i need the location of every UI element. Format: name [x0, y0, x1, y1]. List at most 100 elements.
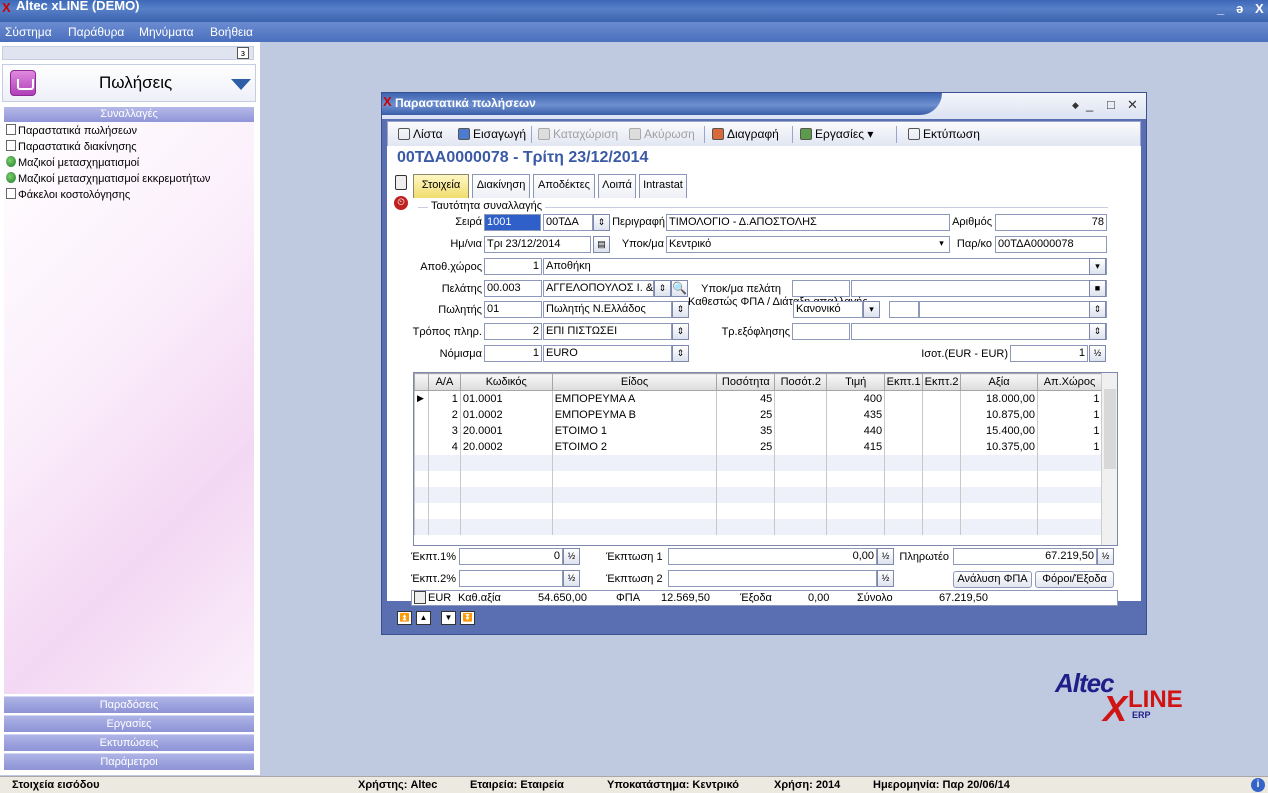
currency-spin-button[interactable]: ⇕ [672, 345, 689, 362]
tab-other[interactable]: Λοιπά [598, 174, 636, 198]
info-icon[interactable]: i [1251, 778, 1265, 792]
doc-close-button[interactable]: ✕ [1127, 97, 1138, 113]
calc-icon[interactable]: ½ [563, 548, 580, 565]
print-button[interactable]: Εκτύπωση [908, 127, 980, 141]
pin-icon[interactable]: ◆ [1072, 100, 1079, 111]
table-cell[interactable]: ΕΤΟΙΜΟ 1 [551, 422, 717, 439]
calc-icon[interactable]: ½ [1089, 345, 1106, 362]
table-cell[interactable] [884, 390, 923, 407]
sidebar-btn-prints[interactable]: Εκτυπώσεις [4, 734, 254, 751]
grid-col-value[interactable]: Αξία [960, 373, 1038, 391]
empty-row[interactable] [414, 502, 1102, 519]
table-cell[interactable]: 15.400,00 [960, 422, 1038, 439]
save-button[interactable]: Καταχώριση [538, 127, 618, 141]
settlement-code-field[interactable] [792, 323, 850, 340]
table-cell[interactable] [922, 438, 961, 455]
cancel-button[interactable]: Ακύρωση [629, 127, 695, 141]
tasks-button[interactable]: Εργασίες ▾ [800, 127, 873, 141]
table-cell[interactable] [884, 406, 923, 423]
restore-button[interactable]: ə [1236, 1, 1243, 16]
table-cell[interactable]: 435 [826, 406, 885, 423]
first-record-icon[interactable]: ⏫ [397, 611, 412, 625]
table-cell[interactable]: 440 [826, 422, 885, 439]
warehouse-code-field[interactable]: 1 [484, 258, 542, 275]
table-cell[interactable]: 20.0001 [459, 422, 553, 439]
table-cell[interactable] [774, 406, 827, 423]
menu-windows[interactable]: Παράθυρα [68, 25, 124, 39]
table-cell[interactable] [922, 422, 961, 439]
delete-button[interactable]: Διαγραφή [712, 127, 779, 141]
empty-row[interactable] [414, 470, 1102, 487]
minimize-button[interactable]: _ [1217, 1, 1224, 16]
parko-field[interactable]: 00ΤΔΑ0000078 [995, 236, 1107, 253]
section-header[interactable]: Συναλλαγές [4, 107, 254, 122]
series-spin-button[interactable]: ⇕ [593, 214, 610, 231]
table-cell[interactable]: 3 [427, 422, 461, 439]
table-row[interactable]: 2 01.0002 ΕΜΠΟΡΕΥΜΑ Β 25 435 10.875,00 1 [414, 406, 1102, 423]
disc2-pct-field[interactable] [459, 570, 563, 587]
menu-help[interactable]: Βοήθεια [210, 25, 253, 39]
grid-col-aa[interactable]: Α/Α [427, 373, 461, 391]
table-cell[interactable]: 1 [427, 390, 461, 407]
parity-field[interactable]: 1 [1010, 345, 1088, 362]
table-cell[interactable]: 415 [826, 438, 885, 455]
grid-col-disc2[interactable]: Εκπτ.2 [922, 373, 962, 391]
table-cell[interactable]: 01.0002 [459, 406, 553, 423]
tab-dispatch[interactable]: Διακίνηση [472, 174, 530, 198]
table-cell[interactable]: 1 [1036, 406, 1102, 423]
number-field[interactable]: 78 [995, 214, 1107, 231]
settlement-spin-button[interactable]: ⇕ [1089, 323, 1106, 340]
table-cell[interactable]: 25 [716, 406, 775, 423]
search-icon[interactable]: 🔍 [671, 280, 688, 297]
tab-intrastat[interactable]: Intrastat [639, 174, 687, 198]
payment-name-field[interactable]: ΕΠΙ ΠΙΣΤΩΣΕΙ [543, 323, 672, 340]
table-cell[interactable]: 25 [716, 438, 775, 455]
lines-grid[interactable]: Α/Α Κωδικός Είδος Ποσότητα Ποσότ.2 Τιμή … [413, 372, 1118, 546]
calc-icon[interactable]: ½ [1097, 548, 1114, 565]
table-cell[interactable] [774, 422, 827, 439]
series-code-field[interactable]: 1001 [484, 214, 541, 231]
tab-recipients[interactable]: Αποδέκτες [533, 174, 595, 198]
grid-scrollbar[interactable] [1101, 373, 1117, 545]
chevron-down-icon[interactable]: ▾ [863, 301, 880, 318]
currency-code-field[interactable]: 1 [484, 345, 542, 362]
empty-row[interactable] [414, 486, 1102, 503]
empty-row[interactable] [414, 454, 1102, 471]
salesman-name-field[interactable]: Πωλητής Ν.Ελλάδος [543, 301, 672, 318]
sidebar-btn-deliveries[interactable]: Παραδόσεις [4, 696, 254, 713]
table-cell[interactable]: 1 [1036, 422, 1102, 439]
grid-col-qty[interactable]: Ποσότητα [716, 373, 776, 391]
table-cell[interactable]: ΕΜΠΟΡΕΥΜΑ Β [551, 406, 717, 423]
cust-branch-code-field[interactable] [792, 280, 850, 297]
customer-spin-button[interactable]: ⇕ [654, 280, 671, 297]
payment-code-field[interactable]: 2 [484, 323, 542, 340]
series-name-field[interactable]: 00ΤΔΑ [543, 214, 593, 231]
sidebar-item-dispatch-docs[interactable]: Παραστατικά διακίνησης [6, 140, 137, 153]
disc2-field[interactable] [668, 570, 877, 587]
currency-name-field[interactable]: EURO [543, 345, 672, 362]
menu-system[interactable]: Σύστημα [5, 25, 52, 39]
table-cell[interactable] [884, 422, 923, 439]
branch-select[interactable]: Κεντρικό [666, 236, 950, 253]
table-cell[interactable] [922, 406, 961, 423]
table-cell[interactable] [922, 390, 961, 407]
calendar-icon[interactable]: ▤ [593, 236, 610, 253]
sidebar-btn-tasks[interactable]: Εργασίες [4, 715, 254, 732]
table-cell[interactable]: 4 [427, 438, 461, 455]
module-header[interactable]: Πωλήσεις [2, 64, 256, 102]
table-cell[interactable]: 01.0001 [459, 390, 553, 407]
list-button[interactable]: Λίστα [398, 127, 443, 141]
grid-col-price[interactable]: Τιμή [826, 373, 886, 391]
vat-analysis-button[interactable]: Ανάλυση ΦΠΑ [953, 571, 1032, 588]
salesman-spin-button[interactable]: ⇕ [672, 301, 689, 318]
sidebar-btn-parameters[interactable]: Παράμετροι [4, 753, 254, 770]
history-icon[interactable]: ⏲ [394, 196, 408, 210]
table-cell[interactable] [774, 438, 827, 455]
exemption-spin-button[interactable]: ⇕ [1089, 301, 1106, 318]
previous-record-icon[interactable]: ▲ [416, 611, 431, 625]
table-cell[interactable]: ΕΜΠΟΡΕΥΜΑ Α [551, 390, 717, 407]
table-cell[interactable]: 10.875,00 [960, 406, 1038, 423]
lookup-button[interactable]: ■ [1089, 280, 1106, 297]
table-cell[interactable]: 1 [1036, 438, 1102, 455]
last-record-icon[interactable]: ⏬ [460, 611, 475, 625]
